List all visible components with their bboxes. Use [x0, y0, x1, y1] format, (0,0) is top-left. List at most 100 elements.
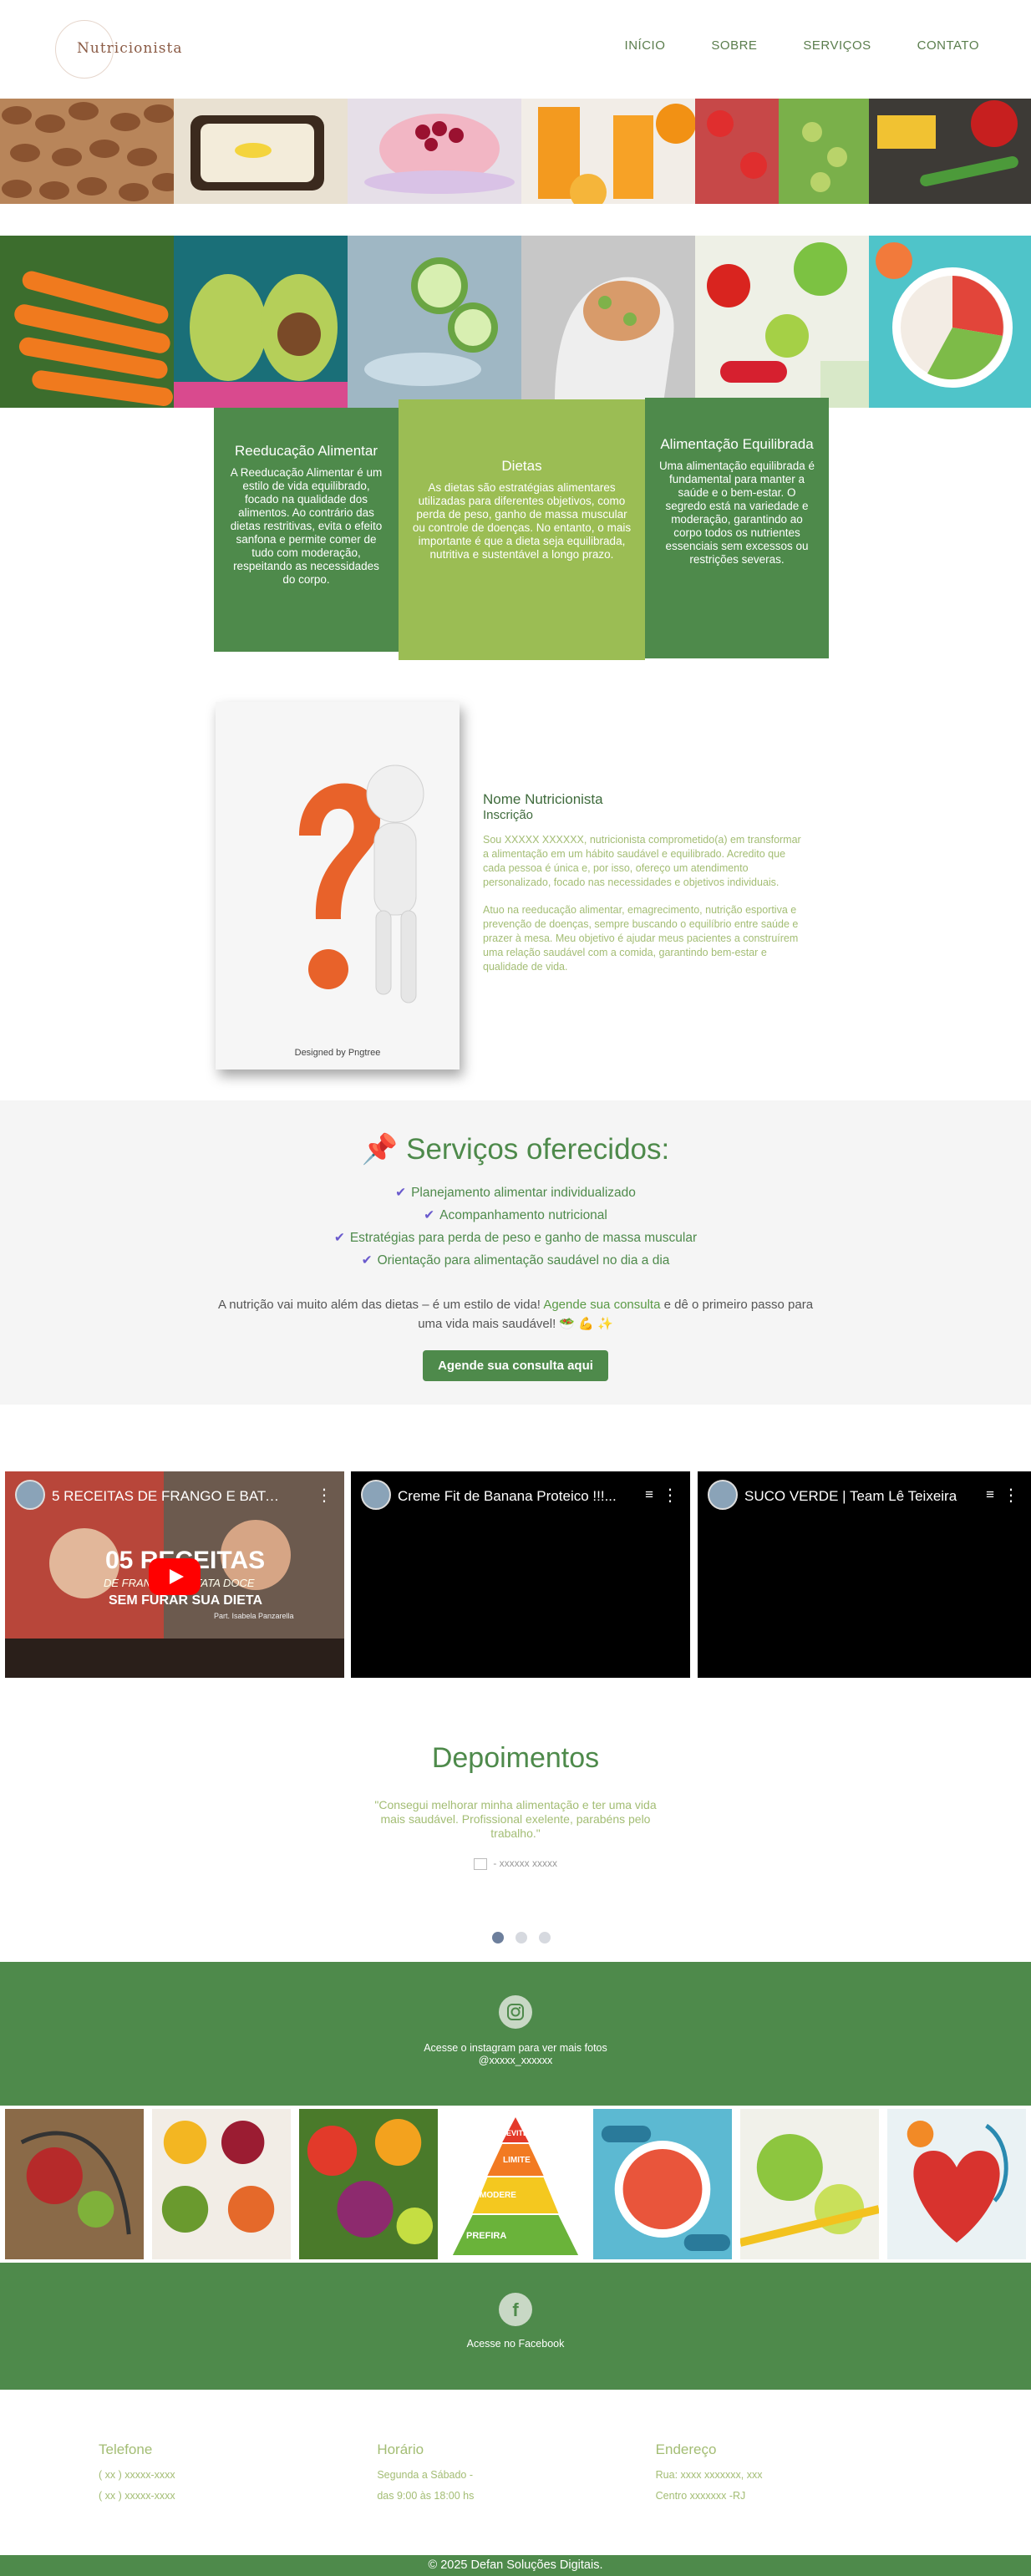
- instagram-handle[interactable]: @xxxxx_xxxxxx: [479, 2055, 552, 2066]
- site-header: Nutricionista INÍCIO SOBRE SERVIÇOS CONT…: [0, 0, 1031, 99]
- facebook-icon[interactable]: f: [499, 2293, 532, 2326]
- card-text: A Reeducação Alimentar é um estilo de vi…: [230, 466, 383, 586]
- check-icon: ✔: [424, 1208, 435, 1222]
- photo-almonds: [0, 99, 174, 204]
- testimonial-author-name: - xxxxxx xxxxx: [493, 1857, 557, 1869]
- footer-hours: Horário Segunda a Sábado - das 9:00 às 1…: [377, 2441, 655, 2507]
- photo-strawberries: [695, 99, 869, 204]
- carousel-dot-2[interactable]: [516, 1932, 527, 1943]
- footer-address: Endereço Rua: xxxx xxxxxxx, xxx Centro x…: [656, 2441, 934, 2507]
- instagram-photos: EVITE LIMITE MODERE PREFIRA: [0, 2106, 1031, 2263]
- services-list: ✔ Planejamento alimentar individualizado …: [0, 1181, 1031, 1272]
- channel-avatar[interactable]: [708, 1480, 738, 1510]
- play-button-icon[interactable]: [149, 1558, 201, 1595]
- pyramid-label-avoid: EVITE: [506, 2129, 529, 2137]
- instagram-line: Acesse o instagram para ver mais fotos: [424, 2042, 607, 2054]
- page: Nutricionista INÍCIO SOBRE SERVIÇOS CONT…: [0, 0, 1031, 2576]
- thumb-tagline: SEM FURAR SUA DIETA: [109, 1593, 262, 1608]
- photo-gallery-middle: [0, 236, 1031, 408]
- more-options-icon[interactable]: ⋮: [1003, 1485, 1019, 1506]
- channel-avatar[interactable]: [15, 1480, 45, 1510]
- main-nav: INÍCIO SOBRE SERVIÇOS CONTATO: [579, 38, 979, 53]
- service-item: ✔ Estratégias para perda de peso e ganho …: [0, 1227, 1031, 1249]
- photo-berries: [348, 99, 521, 204]
- photo-vegetables-board: [869, 99, 1031, 204]
- photo-avocado: [174, 236, 348, 408]
- pyramid-label-prefer: PREFIRA: [466, 2231, 507, 2241]
- card-title: Reeducação Alimentar: [234, 443, 378, 459]
- video-embed[interactable]: Creme Fit de Banana Proteico !!!... ≡ ⋮: [351, 1471, 690, 1678]
- footer-line: ( xx ) xxxxx-xxxx: [99, 2469, 175, 2481]
- nutritionist-photo: Designed by Pngtree: [216, 702, 460, 1070]
- pyramid-label-limit: LIMITE: [503, 2156, 531, 2165]
- about-paragraph: Atuo na reeducação alimentar, emagrecime…: [483, 904, 799, 973]
- photo-brain: [521, 236, 695, 408]
- footer-line: Centro xxxxxxx -RJ: [655, 2490, 746, 2502]
- instagram-icon[interactable]: [499, 1995, 532, 2029]
- thumb-credit: Part. Isabela Panzarella: [214, 1612, 294, 1620]
- nav-inicio[interactable]: INÍCIO: [625, 38, 666, 53]
- video-embed[interactable]: SUCO VERDE | Team Lê Teixeira ≡ ⋮: [698, 1471, 1031, 1678]
- channel-avatar[interactable]: [361, 1480, 391, 1510]
- photo-cucumber: [348, 236, 521, 408]
- carousel-dot-3[interactable]: [539, 1932, 551, 1943]
- facebook-text[interactable]: Acesse no Facebook: [0, 2338, 1031, 2350]
- footer-line: Segunda a Sábado -: [377, 2469, 474, 2481]
- service-item-text: Orientação para alimentação saudável no …: [377, 1253, 670, 1268]
- insta-photo-apples[interactable]: [740, 2109, 879, 2259]
- facebook-section: f Acesse no Facebook: [0, 2263, 1031, 2390]
- schedule-button[interactable]: Agende sua consulta aqui: [423, 1350, 608, 1381]
- footer-line: das 9:00 às 18:00 hs: [377, 2490, 475, 2502]
- check-icon: ✔: [395, 1186, 407, 1200]
- more-options-icon[interactable]: ⋮: [316, 1485, 333, 1506]
- footer-line: Rua: xxxx xxxxxxx, xxx: [655, 2469, 763, 2481]
- svg-text:f: f: [512, 2299, 519, 2320]
- card-title: Alimentação Equilibrada: [660, 436, 814, 452]
- instagram-text: Acesse o instagram para ver mais fotos @…: [0, 2042, 1031, 2067]
- nav-sobre[interactable]: SOBRE: [711, 38, 757, 53]
- insta-photo-stethoscope[interactable]: [5, 2109, 144, 2259]
- more-options-icon[interactable]: ⋮: [662, 1485, 678, 1506]
- lead-text: A nutrição vai muito além das dietas – é…: [217, 1298, 541, 1312]
- video-title[interactable]: SUCO VERDE | Team Lê Teixeira: [744, 1488, 973, 1505]
- instagram-section: Acesse o instagram para ver mais fotos @…: [0, 1962, 1031, 2106]
- insta-photo-heart[interactable]: [887, 2109, 1026, 2259]
- pin-icon: 📌: [361, 1133, 399, 1166]
- photo-toast: [174, 99, 348, 204]
- copyright-bar: © 2025 Defan Soluções Digitais.: [0, 2555, 1031, 2576]
- carousel-dot-1[interactable]: [492, 1932, 504, 1943]
- card-dietas: Dietas As dietas são estratégias aliment…: [399, 399, 645, 660]
- testimonials-section: Depoimentos "Consegui melhorar minha ali…: [0, 1742, 1031, 1870]
- testimonial-author: - xxxxxx xxxxx: [0, 1857, 1031, 1870]
- service-item-text: Planejamento alimentar individualizado: [411, 1186, 636, 1200]
- photo-carrots: [0, 236, 174, 408]
- footer-col-title: Endereço: [655, 2441, 717, 2457]
- nav-contato[interactable]: CONTATO: [917, 38, 979, 53]
- video-title[interactable]: Creme Fit de Banana Proteico !!!...: [398, 1488, 632, 1505]
- service-item: ✔ Orientação para alimentação saudável no…: [0, 1249, 1031, 1272]
- insta-photo-fitness[interactable]: [593, 2109, 732, 2259]
- services-title-text: Serviços oferecidos:: [406, 1133, 670, 1166]
- about-paragraph: Sou XXXXX XXXXXX, nutricionista comprome…: [483, 834, 801, 888]
- footer-col-title: Telefone: [99, 2441, 153, 2457]
- nav-servicos[interactable]: SERVIÇOS: [803, 38, 871, 53]
- service-item-text: Estratégias para perda de peso e ganho d…: [349, 1231, 698, 1245]
- insta-photo-fruits[interactable]: [299, 2109, 438, 2259]
- question-figure-illustration: [299, 765, 424, 1003]
- video-embed[interactable]: 05 RECEITAS DE FRANGO E BATATA DOCE SEM …: [5, 1471, 344, 1678]
- photo-healthy-plate: [869, 236, 1031, 408]
- photo-caption: Designed by Pngtree: [294, 1048, 381, 1058]
- playlist-icon[interactable]: ≡: [645, 1486, 653, 1503]
- footer-info: Telefone ( xx ) xxxxx-xxxx ( xx ) xxxxx-…: [99, 2441, 934, 2507]
- footer-phone: Telefone ( xx ) xxxxx-xxxx ( xx ) xxxxx-…: [99, 2441, 377, 2507]
- check-icon: ✔: [361, 1253, 373, 1268]
- logo[interactable]: Nutricionista: [55, 18, 189, 80]
- insta-photo-bowls[interactable]: [152, 2109, 291, 2259]
- footer-col-title: Horário: [377, 2441, 424, 2457]
- photo-gallery-top: [0, 99, 1031, 204]
- playlist-icon[interactable]: ≡: [986, 1486, 994, 1503]
- insta-photo-pyramid[interactable]: EVITE LIMITE MODERE PREFIRA: [446, 2109, 585, 2259]
- video-title[interactable]: 5 RECEITAS DE FRANGO E BATATA D...: [52, 1488, 286, 1505]
- schedule-link[interactable]: Agende sua consulta: [543, 1298, 660, 1312]
- logo-text: Nutricionista: [77, 40, 183, 57]
